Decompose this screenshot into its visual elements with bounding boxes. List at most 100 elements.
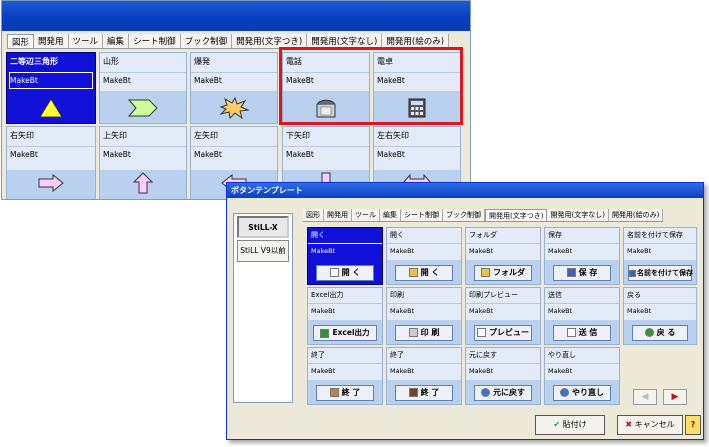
preview-icon xyxy=(477,328,486,337)
template-cell-exit[interactable]: 終了 MakeBt 終 了 xyxy=(307,347,383,405)
tab-book-control[interactable]: ブック制御 xyxy=(443,209,485,221)
preview-button-redo: やり直し xyxy=(553,385,611,401)
cell-name: 印刷 xyxy=(390,291,404,299)
cell-name: 左右矢印 xyxy=(377,131,409,140)
template-cell-triangle[interactable]: 二等辺三角形 MakeBt xyxy=(6,52,96,124)
tab-tools[interactable]: ツール xyxy=(352,209,380,221)
cell-name: フォルダ xyxy=(469,231,497,239)
cell-make-label: MakeBt xyxy=(548,307,573,315)
cell-make-label: MakeBt xyxy=(311,367,336,375)
tab-dev[interactable]: 開発用 xyxy=(34,34,69,48)
template-cell-print-preview[interactable]: 印刷プレビュー MakeBt プレビュー xyxy=(465,287,541,345)
cell-make-label: MakeBt xyxy=(194,76,222,85)
cell-name: 右矢印 xyxy=(10,131,34,140)
tab-dev-with-text[interactable]: 開発用(文字つき) xyxy=(232,34,308,48)
cell-make-label: MakeBt xyxy=(390,307,415,315)
right-arrow-shape-icon xyxy=(38,174,64,192)
cell-name: 元に戻す xyxy=(469,351,497,359)
cell-make-label: MakeBt xyxy=(548,247,573,255)
template-cell-exit-2[interactable]: 終了 MakeBt 終 了 xyxy=(386,347,462,405)
preview-button-save-as: 名前を付けて保存 xyxy=(628,265,693,281)
side-button-still-v9[interactable]: StiLL V9以前 xyxy=(237,240,289,262)
template-cell-folder[interactable]: フォルダ MakeBt フォルダ xyxy=(465,227,541,285)
preview-button-excel-output: Excel出力 xyxy=(313,325,377,341)
cell-name: 上矢印 xyxy=(103,131,127,140)
tab-book-control[interactable]: ブック制御 xyxy=(180,34,233,48)
tab-sheet-control[interactable]: シート制御 xyxy=(129,34,181,48)
template-cell-chevron[interactable]: 山形 MakeBt xyxy=(99,52,187,124)
excel-icon xyxy=(320,328,330,338)
preview-button-folder: フォルダ xyxy=(474,265,532,281)
cell-make-label: MakeBt xyxy=(469,307,494,315)
cell-name: 名前を付けて保存 xyxy=(627,231,683,239)
template-cell-up-arrow[interactable]: 上矢印 MakeBt xyxy=(99,126,187,199)
cell-make-label: MakeBt xyxy=(194,150,222,159)
tab-dev-no-text[interactable]: 開発用(文字なし) xyxy=(307,34,383,48)
tab-edit[interactable]: 編集 xyxy=(103,34,130,48)
tab-dev-with-text[interactable]: 開発用(文字つき) xyxy=(485,209,548,221)
next-page-arrow-icon[interactable]: ▶ xyxy=(663,389,687,405)
cell-name: 戻る xyxy=(627,291,641,299)
template-cell-print[interactable]: 印刷 MakeBt 印 刷 xyxy=(386,287,462,345)
template-cell-save-as[interactable]: 名前を付けて保存 MakeBt 名前を付けて保存 xyxy=(623,227,697,285)
tab-sheet-control[interactable]: シート制御 xyxy=(401,209,443,221)
cell-make-label: MakeBt xyxy=(311,307,336,315)
template-cell-redo[interactable]: やり直し MakeBt やり直し xyxy=(544,347,620,405)
tab-shapes[interactable]: 図形 xyxy=(303,209,324,221)
close-icon: ✖ xyxy=(625,420,633,429)
cell-make-label: MakeBt xyxy=(286,150,314,159)
preview-button-print: 印 刷 xyxy=(395,325,453,341)
cell-name: 下矢印 xyxy=(286,131,310,140)
cell-name: やり直し xyxy=(548,351,576,359)
cell-make-label: MakeBt xyxy=(390,367,415,375)
template-cell-right-arrow[interactable]: 右矢印 MakeBt xyxy=(6,126,96,199)
back-arrow-icon xyxy=(644,328,654,337)
cell-name: 開く xyxy=(390,231,404,239)
cell-make-label: MakeBt xyxy=(390,247,415,255)
template-cell-send[interactable]: 送信 MakeBt 送 信 xyxy=(544,287,620,345)
cell-make-label: MakeBt xyxy=(469,367,494,375)
undo-icon xyxy=(481,388,490,397)
tab-dev-no-text[interactable]: 開発用(文字なし) xyxy=(547,209,609,221)
cell-name: 終了 xyxy=(390,351,404,359)
cell-make-label: MakeBt xyxy=(10,150,38,159)
preview-button-print-preview: プレビュー xyxy=(474,325,532,341)
explosion-icon xyxy=(219,97,249,119)
preview-button-back: 戻 る xyxy=(632,325,688,341)
cell-make-label: MakeBt xyxy=(103,76,131,85)
previous-page-arrow-icon[interactable]: ◀ xyxy=(633,389,657,405)
cell-name: 保存 xyxy=(548,231,562,239)
cell-name: Excel出力 xyxy=(311,291,344,299)
template-cell-explosion[interactable]: 爆発 MakeBt xyxy=(190,52,278,124)
dialog-tab-strip: 図形 開発用 ツール 編集 シート制御 ブック制御 開発用(文字つき) 開発用(… xyxy=(303,209,664,222)
button-template-dialog: ボタンテンプレート StiLL-X StiLL V9以前 図形 開発用 ツール … xyxy=(226,182,704,440)
template-cell-save[interactable]: 保存 MakeBt 保 存 xyxy=(544,227,620,285)
triangle-icon xyxy=(39,98,63,118)
cell-make-label: MakeBt xyxy=(311,247,336,255)
cell-name: 終了 xyxy=(311,351,325,359)
cell-make-label: MakeBt xyxy=(10,76,38,85)
redo-icon xyxy=(560,388,569,397)
help-button[interactable]: ? xyxy=(685,415,701,435)
template-cell-open[interactable]: 開く MakeBt 開 く xyxy=(386,227,462,285)
exit-door-icon xyxy=(408,388,418,397)
cancel-button[interactable]: ✖ キャンセル xyxy=(617,415,683,435)
template-cell-undo[interactable]: 元に戻す MakeBt 元に戻す xyxy=(465,347,541,405)
tab-dev-picture-only[interactable]: 開発用(絵のみ) xyxy=(382,34,450,48)
template-cell-open-selected[interactable]: 開く MakeBt 開 く xyxy=(307,227,383,285)
preview-button-exit: 終 了 xyxy=(316,385,374,401)
cell-name: 山形 xyxy=(103,57,119,66)
tab-dev[interactable]: 開発用 xyxy=(324,209,352,221)
tab-tools[interactable]: ツール xyxy=(68,34,104,48)
preview-button-open: 開 く xyxy=(316,265,374,281)
tab-dev-picture-only[interactable]: 開発用(絵のみ) xyxy=(608,209,664,221)
template-cell-excel-output[interactable]: Excel出力 MakeBt Excel出力 xyxy=(307,287,383,345)
up-arrow-shape-icon xyxy=(133,172,153,194)
printer-icon xyxy=(408,328,418,337)
side-button-still-x[interactable]: StiLL-X xyxy=(237,216,289,238)
template-cell-back[interactable]: 戻る MakeBt 戻 る xyxy=(623,287,697,345)
tab-edit[interactable]: 編集 xyxy=(380,209,401,221)
tab-shapes[interactable]: 図形 xyxy=(7,34,35,48)
paste-button[interactable]: ✔ 貼付け xyxy=(535,415,605,435)
cell-name: 二等辺三角形 xyxy=(10,57,58,66)
